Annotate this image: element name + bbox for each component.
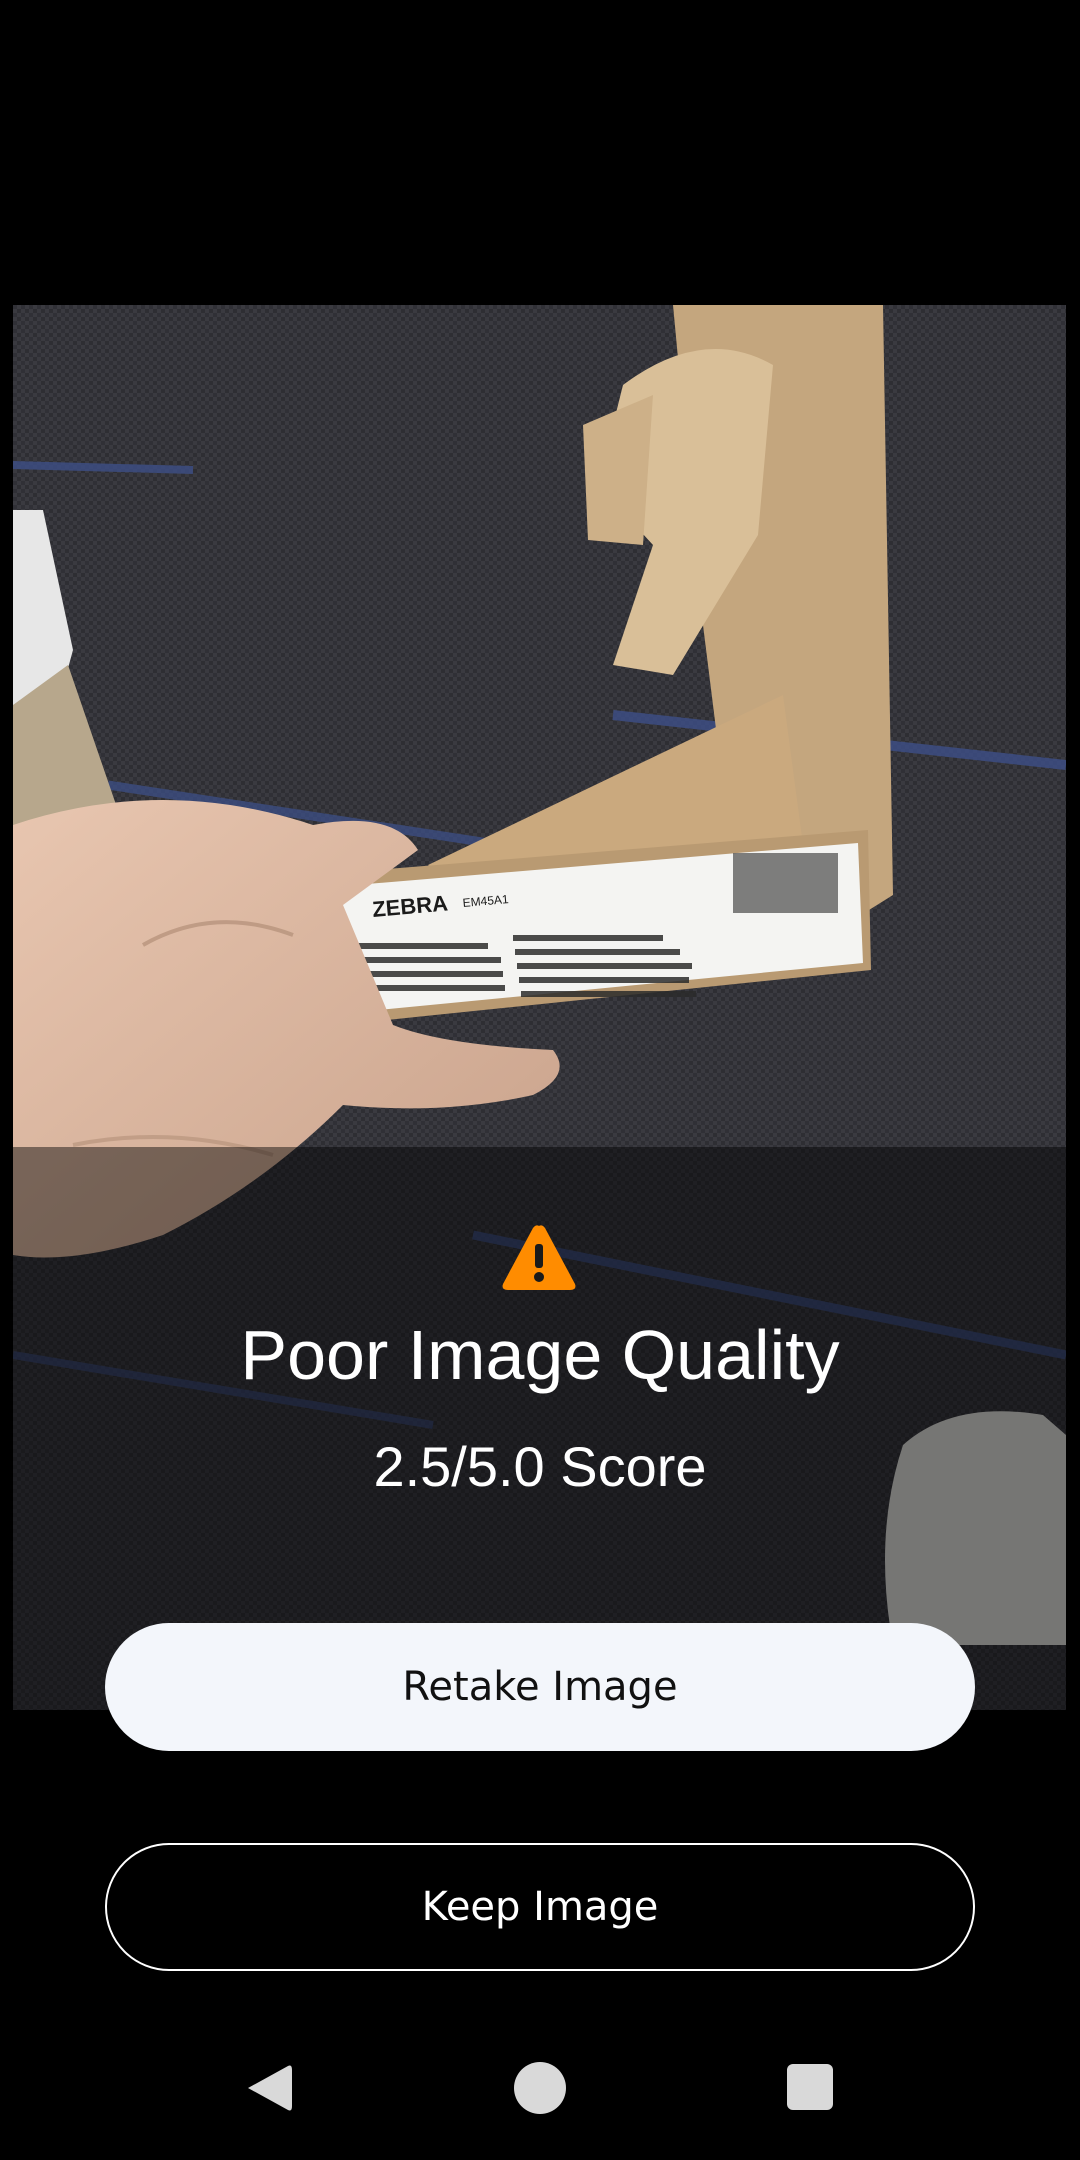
retake-image-label: Retake Image xyxy=(402,1664,678,1710)
recents-square-icon[interactable] xyxy=(787,2064,833,2110)
warning-triangle-icon xyxy=(502,1225,576,1290)
retake-image-button[interactable]: Retake Image xyxy=(105,1623,975,1751)
quality-title: Poor Image Quality xyxy=(240,1316,840,1394)
home-circle-icon[interactable] xyxy=(514,2062,566,2114)
keep-image-button[interactable]: Keep Image xyxy=(105,1843,975,1971)
keep-image-label: Keep Image xyxy=(421,1884,659,1930)
quality-score: 2.5/5.0 Score xyxy=(373,1435,707,1498)
back-triangle-icon[interactable] xyxy=(244,2062,294,2114)
